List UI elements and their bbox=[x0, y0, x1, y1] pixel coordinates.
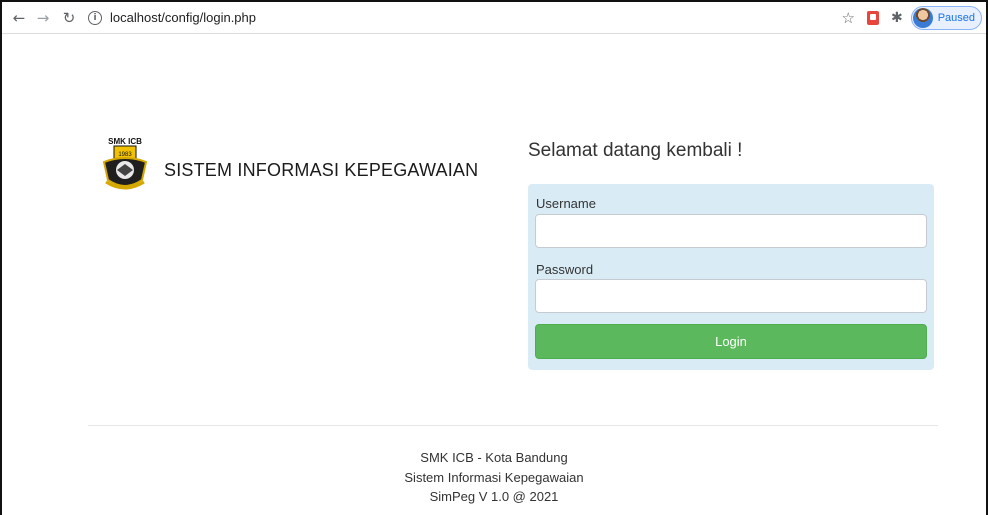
welcome-heading: Selamat datang kembali ! bbox=[528, 140, 743, 161]
app-title: SISTEM INFORMASI KEPEGAWAIAN bbox=[164, 159, 479, 180]
school-logo: SMK ICB 1983 bbox=[100, 136, 150, 194]
star-icon[interactable]: ☆ bbox=[842, 9, 855, 27]
footer-school: SMK ICB - Kota Bandung bbox=[420, 450, 568, 465]
profile-status: Paused bbox=[937, 11, 975, 24]
profile-button[interactable]: Paused bbox=[910, 5, 982, 30]
username-label: Username bbox=[536, 196, 596, 211]
brand-header: SMK ICB 1983 SISTEM INFORMASI KEPEGAWAIA… bbox=[100, 136, 478, 194]
logo-text: SMK ICB bbox=[108, 137, 142, 146]
browser-toolbar: ← → ↻ i localhost/config/login.php ☆ ✱ P… bbox=[2, 2, 986, 34]
login-form: Username Password Login bbox=[528, 184, 934, 370]
puzzle-icon[interactable]: ✱ bbox=[891, 10, 903, 26]
password-label: Password bbox=[536, 262, 594, 277]
address-bar[interactable]: i localhost/config/login.php bbox=[88, 6, 842, 30]
password-input[interactable] bbox=[535, 279, 927, 313]
avatar bbox=[912, 7, 933, 28]
reload-icon[interactable]: ↻ bbox=[58, 7, 80, 29]
username-input[interactable] bbox=[535, 214, 927, 248]
url-text[interactable]: localhost/config/login.php bbox=[110, 10, 256, 25]
info-icon[interactable]: i bbox=[88, 10, 102, 25]
footer-divider bbox=[88, 425, 938, 426]
footer-version: SimPeg V 1.0 @ 2021 bbox=[429, 489, 559, 504]
forward-arrow-icon[interactable]: → bbox=[32, 7, 54, 29]
extension-icon[interactable] bbox=[866, 10, 879, 25]
login-button[interactable]: Login bbox=[535, 324, 927, 359]
footer: SMK ICB - Kota Bandung Sistem Informasi … bbox=[0, 448, 988, 507]
footer-app-name: Sistem Informasi Kepegawaian bbox=[404, 469, 584, 485]
back-arrow-icon[interactable]: ← bbox=[8, 7, 30, 29]
